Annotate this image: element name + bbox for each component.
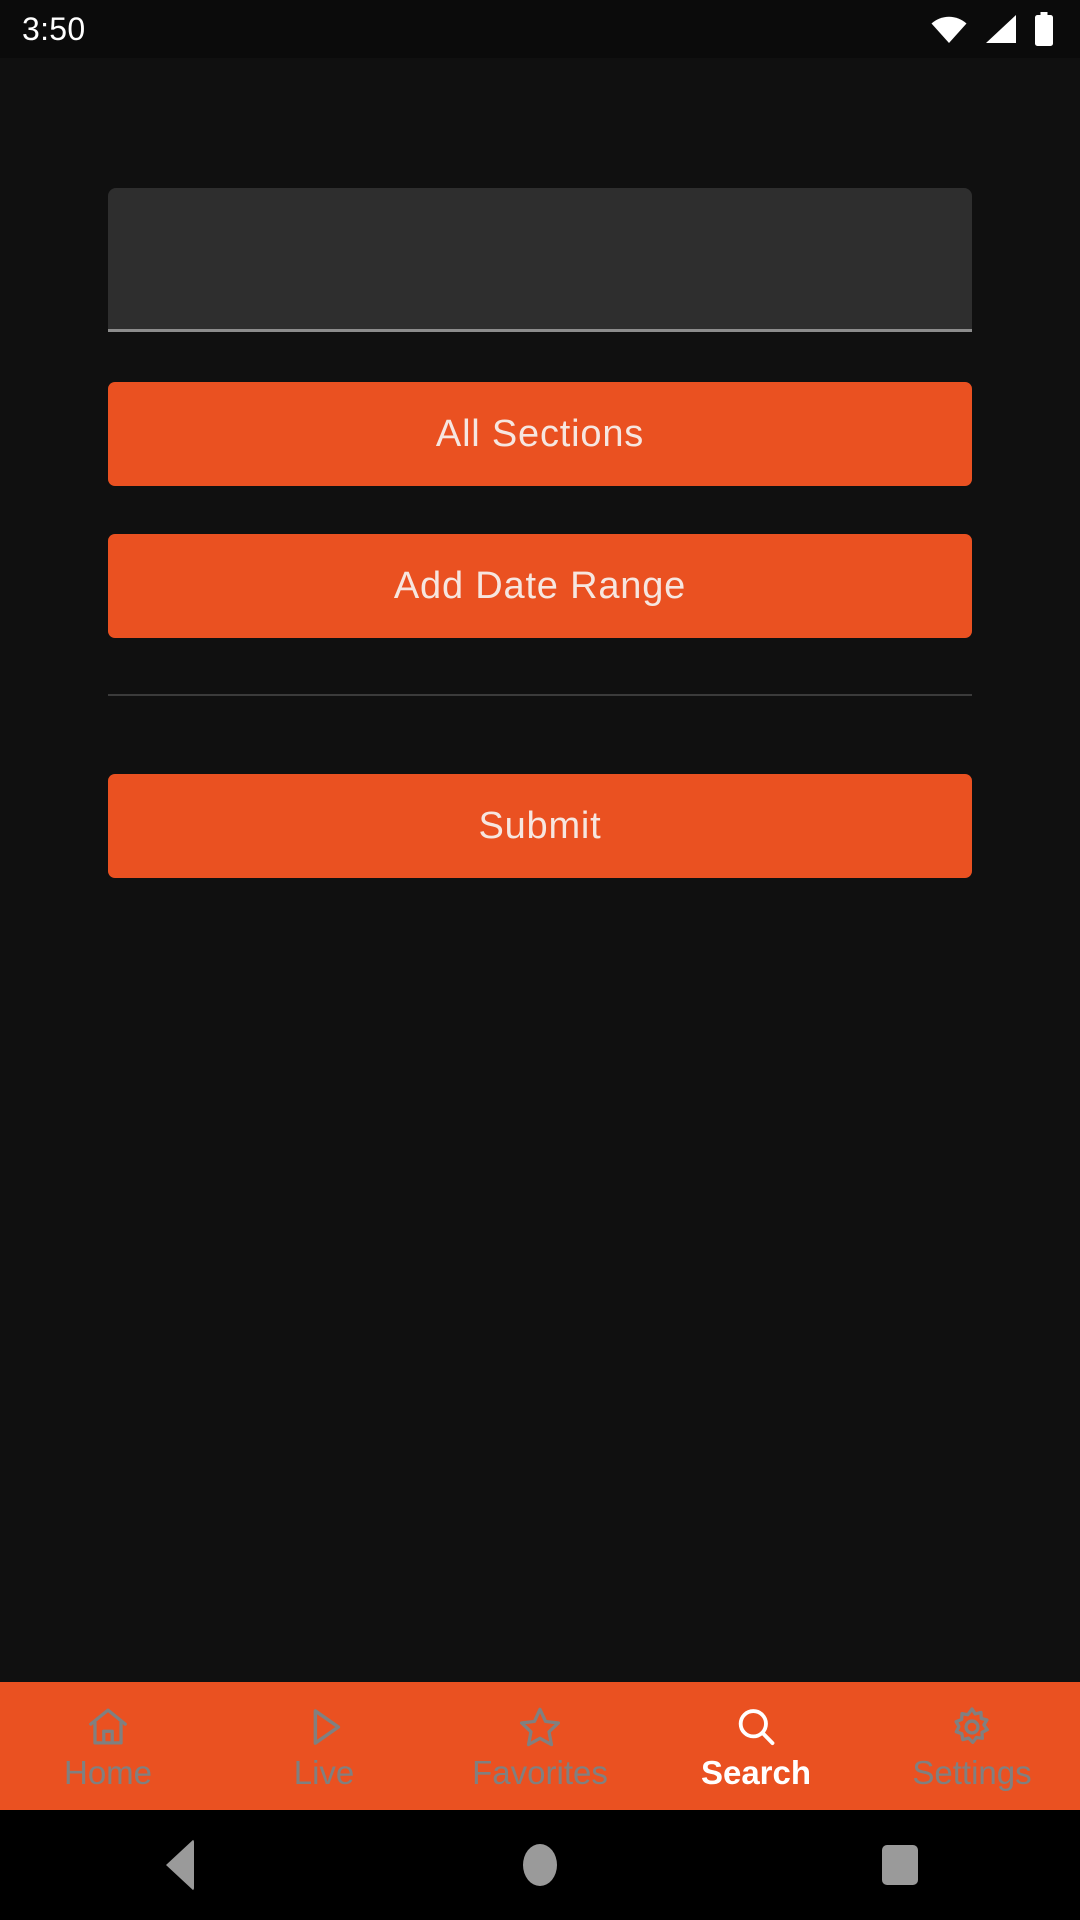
- star-icon: [517, 1704, 563, 1750]
- tab-live-label: Live: [293, 1753, 355, 1791]
- system-back-button[interactable]: [2, 1839, 358, 1891]
- gear-icon: [949, 1704, 995, 1750]
- all-sections-button[interactable]: All Sections: [108, 382, 972, 486]
- status-bar: 3:50: [0, 0, 1080, 58]
- search-query-input[interactable]: [108, 188, 972, 332]
- wifi-icon: [930, 14, 968, 44]
- status-bar-icons: [930, 12, 1054, 46]
- bottom-tab-bar: Home Live Favorites Search Settings: [0, 1682, 1080, 1810]
- home-circle-icon: [522, 1844, 557, 1886]
- battery-icon: [1034, 12, 1054, 46]
- tab-home-label: Home: [63, 1753, 153, 1791]
- tab-search-label: Search: [700, 1753, 812, 1791]
- submit-button[interactable]: Submit: [108, 774, 972, 878]
- tab-favorites[interactable]: Favorites: [432, 1682, 648, 1810]
- system-recents-button[interactable]: [722, 1845, 1078, 1885]
- system-home-button[interactable]: [362, 1844, 718, 1886]
- phone-screen: 3:50 All Sections Add Date Range Submit …: [0, 0, 1080, 1920]
- tab-search[interactable]: Search: [648, 1682, 864, 1810]
- tab-home[interactable]: Home: [0, 1682, 216, 1810]
- android-system-nav: [0, 1810, 1080, 1920]
- tab-settings[interactable]: Settings: [864, 1682, 1080, 1810]
- search-icon: [733, 1704, 779, 1750]
- tab-settings-label: Settings: [912, 1753, 1032, 1791]
- home-icon: [85, 1704, 131, 1750]
- query-field-wrapper: [108, 58, 972, 332]
- recents-square-icon: [881, 1845, 918, 1885]
- back-triangle-icon: [165, 1839, 194, 1891]
- play-icon: [301, 1704, 347, 1750]
- tab-live[interactable]: Live: [216, 1682, 432, 1810]
- status-bar-clock: 3:50: [22, 10, 86, 47]
- search-form: All Sections Add Date Range Submit: [0, 58, 1080, 1682]
- tab-favorites-label: Favorites: [472, 1753, 608, 1791]
- add-date-range-button[interactable]: Add Date Range: [108, 534, 972, 638]
- cellular-signal-icon: [984, 14, 1018, 44]
